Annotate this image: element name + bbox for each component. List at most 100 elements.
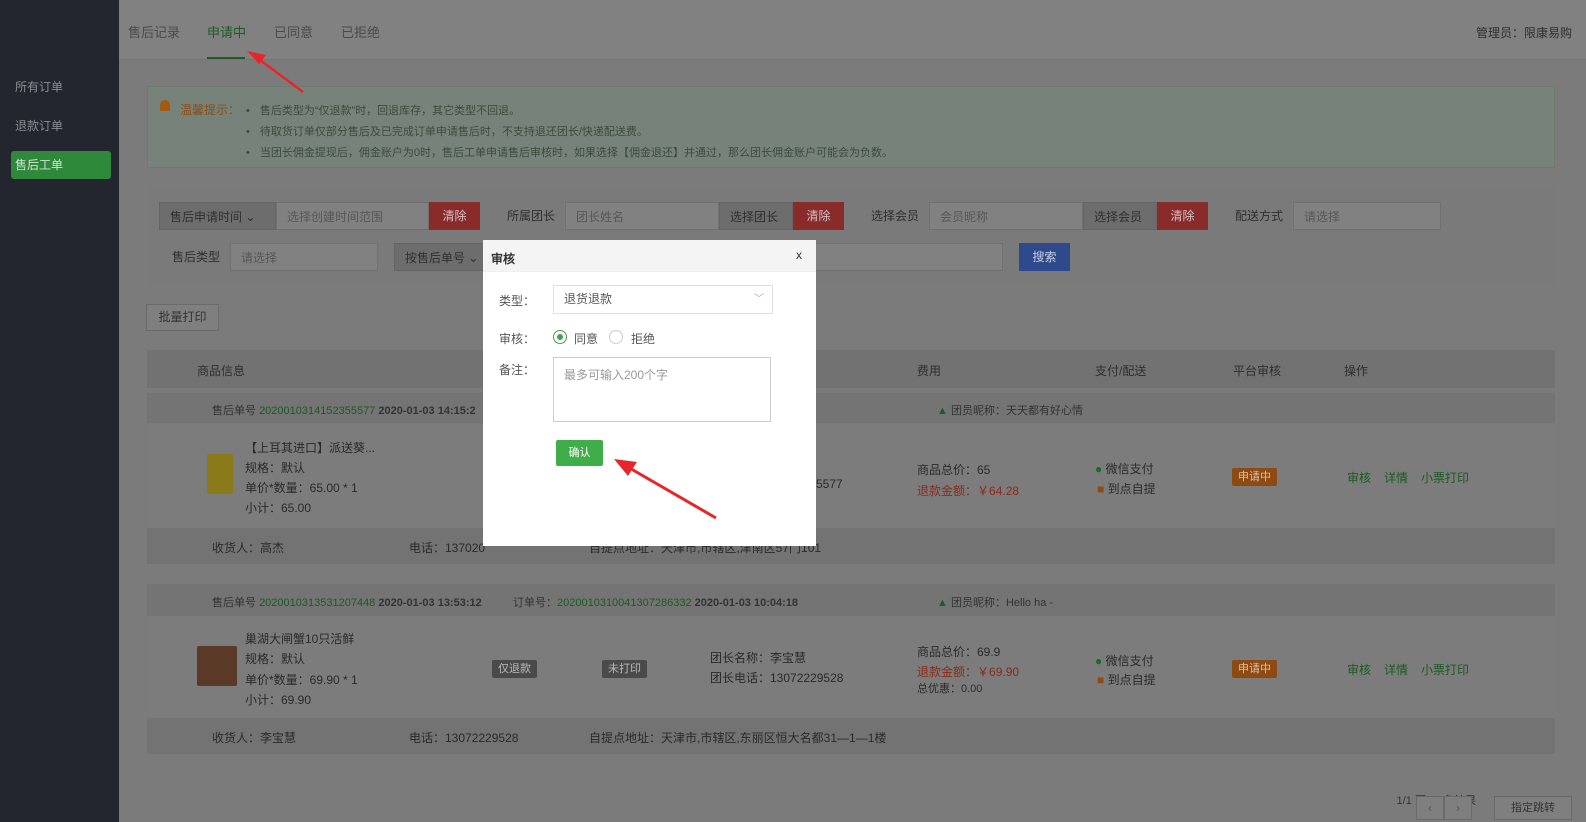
col-product-info: 商品信息: [197, 364, 246, 378]
leader-phone: 团长电话：13072229528: [710, 671, 844, 685]
refund-value: ￥69.90: [977, 665, 1020, 679]
after-sale-number[interactable]: 2020010313531207448: [259, 597, 375, 609]
refund-type-badge: 仅退款: [492, 660, 537, 678]
order-footer-row: 收货人：李宝慧 电话：13072229528 自提点地址：天津市,市辖区,东丽区…: [147, 718, 1555, 754]
order-footer-row: 收货人：高杰 电话：137020 自提点地址：天津市,市辖区,津南区57门101: [147, 528, 1555, 564]
order-body-row: 【上耳其进口】派送葵... 规格：默认 单价*数量：65.00 * 1 小计：6…: [147, 424, 1555, 532]
agree-radio[interactable]: [553, 330, 567, 344]
clear-time-button[interactable]: 清除: [429, 202, 480, 230]
time-type-select[interactable]: 售后申请时间 ⌄: [159, 202, 276, 230]
tab-after-sale-records[interactable]: 售后记录: [128, 22, 180, 41]
total-discount: 总优惠：0.00: [917, 683, 983, 695]
table-header: 商品信息 费用 支付/配送 平台审核 操作: [147, 350, 1555, 388]
receiver-phone: 电话：13072229528: [409, 731, 519, 745]
delivery-select[interactable]: 请选择: [1293, 202, 1441, 230]
note-label: 备注：: [499, 363, 536, 377]
order-body-row: 巢湖大闸蟹10只活鲜 规格：默认 单价*数量：69.90 * 1 小计：69.9…: [147, 616, 1555, 718]
dialog-title: 审核: [491, 252, 516, 266]
after-sale-time: 2020-01-03 14:15:2: [378, 405, 476, 417]
sidebar-item-after-sale[interactable]: 售后工单: [11, 151, 111, 179]
order-number-label: 订单号：: [513, 597, 557, 609]
col-platform-review: 平台审核: [1233, 364, 1282, 378]
after-sale-number[interactable]: 2020010314152355577: [259, 405, 375, 417]
bell-icon: [160, 100, 170, 111]
chevron-left-icon: ‹: [1428, 801, 1432, 815]
batch-print-button[interactable]: 批量打印: [146, 304, 219, 331]
agree-label[interactable]: 同意: [574, 330, 598, 347]
prev-page-button[interactable]: ‹: [1416, 796, 1444, 820]
delivery-method-text: 到点自提: [1107, 482, 1156, 496]
close-icon[interactable]: x: [796, 248, 802, 262]
delivery-select-value: 请选择: [1304, 210, 1341, 224]
product-name[interactable]: 【上耳其进口】派送葵...: [245, 439, 375, 456]
active-tab-indicator: [207, 57, 245, 59]
order-header-row: 售后单号 2020010313531207448 2020-01-03 13:5…: [147, 584, 1555, 616]
order-number-tail: 5577: [816, 477, 843, 491]
detail-link[interactable]: 详情: [1384, 469, 1408, 486]
tab-agreed[interactable]: 已同意: [274, 22, 313, 41]
select-member-button[interactable]: 选择会员: [1083, 202, 1157, 230]
order-time: 2020-01-03 10:04:18: [694, 597, 799, 609]
tip-title: 温馨提示：: [180, 103, 241, 117]
refund-type-select[interactable]: 退货退款 ﹀: [553, 285, 773, 314]
review-link[interactable]: 审核: [1347, 469, 1371, 486]
clear-member-button[interactable]: 清除: [1157, 202, 1208, 230]
order-number-value[interactable]: 2020010310041307286332: [557, 597, 692, 609]
leader-label: 所属团长: [507, 209, 556, 223]
receiver: 收货人：李宝慧: [212, 731, 297, 745]
refund-value: ￥64.28: [977, 484, 1020, 498]
tip-line: 售后类型为“仅退款”时，回退库存，其它类型不回退。: [246, 102, 520, 118]
reject-label[interactable]: 拒绝: [631, 330, 655, 347]
product-price: 单价*数量：65.00 * 1: [245, 481, 358, 495]
type-label: 类型：: [499, 294, 536, 308]
time-range-input[interactable]: 选择创建时间范围: [276, 202, 429, 230]
tip-line: 当团长佣金提现后，佣金账户为0时，售后工单申请售后审核时，如果选择【佣金退还】并…: [246, 144, 893, 160]
review-link[interactable]: 审核: [1347, 661, 1371, 678]
admin-name[interactable]: 管理员：限康易购: [1476, 24, 1572, 41]
product-name[interactable]: 巢湖大闸蟹10只活鲜: [245, 630, 354, 647]
clear-leader-button[interactable]: 清除: [793, 202, 844, 230]
tab-rejected[interactable]: 已拒绝: [341, 22, 380, 41]
detail-link[interactable]: 详情: [1384, 661, 1408, 678]
after-sale-label-text: 售后单号: [212, 405, 256, 417]
print-receipt-link[interactable]: 小票打印: [1421, 661, 1469, 678]
after-sale-time: 2020-01-03 13:53:12: [378, 597, 482, 609]
leader-name-input[interactable]: 团长姓名: [565, 202, 719, 230]
refund-type-value: 退货退款: [564, 292, 613, 306]
sidebar-item-all-orders[interactable]: 所有订单: [11, 73, 111, 101]
pickup-address: 自提点地址：天津市,市辖区,东丽区恒大名都31—1—1楼: [589, 731, 887, 745]
leader-name: 团长名称：李宝慧: [710, 651, 807, 665]
next-page-button[interactable]: ›: [1444, 796, 1472, 820]
search-button[interactable]: 搜索: [1019, 243, 1070, 271]
dialog-header: 审核 x: [483, 240, 816, 272]
sidebar-item-refund-orders[interactable]: 退款订单: [11, 112, 111, 140]
payment-method: ● 微信支付: [1095, 652, 1154, 669]
reject-radio[interactable]: [609, 330, 623, 344]
total-price: 商品总价：69.9: [917, 645, 1001, 659]
tab-applying[interactable]: 申请中: [207, 22, 246, 41]
order-number: 订单号：2020010310041307286332 2020-01-03 10…: [513, 594, 798, 610]
filter-panel: 售后申请时间 ⌄ 选择创建时间范围 清除 所属团长 团长姓名 选择团长 清除 选…: [147, 186, 1555, 286]
note-textarea[interactable]: 最多可输入200个字: [553, 357, 771, 422]
member-nickname-input[interactable]: 会员昵称: [929, 202, 1083, 230]
jump-page-button[interactable]: 指定跳转: [1494, 796, 1572, 820]
after-sale-label-text: 售后单号: [212, 597, 256, 609]
package-icon: ■: [1097, 673, 1105, 687]
tip-line: 待取货订单仅部分售后及已完成订单申请售后时，不支持退还团长/快递配送费。: [246, 123, 648, 139]
payment-method-text: 微信支付: [1105, 462, 1154, 476]
member-nickname-text: 团员昵称：Hello ha -: [950, 597, 1054, 609]
order-search-input[interactable]: x: [787, 243, 1003, 271]
confirm-button[interactable]: 确认: [556, 440, 603, 466]
col-payment-delivery: 支付/配送: [1095, 364, 1147, 378]
select-leader-button[interactable]: 选择团长: [719, 202, 793, 230]
product-image[interactable]: [197, 646, 237, 686]
delivery-label: 配送方式: [1235, 209, 1284, 223]
after-sale-type-select[interactable]: 请选择: [230, 243, 378, 271]
user-icon: ▲: [937, 405, 948, 417]
status-badge: 申请中: [1232, 660, 1277, 678]
product-subtotal: 小计：65.00: [245, 501, 312, 515]
print-receipt-link[interactable]: 小票打印: [1421, 469, 1469, 486]
product-image[interactable]: [207, 454, 233, 494]
top-tabs-bar: 售后记录 申请中 已同意 已拒绝 管理员：限康易购: [119, 0, 1586, 60]
wechat-pay-icon: ●: [1095, 462, 1103, 476]
